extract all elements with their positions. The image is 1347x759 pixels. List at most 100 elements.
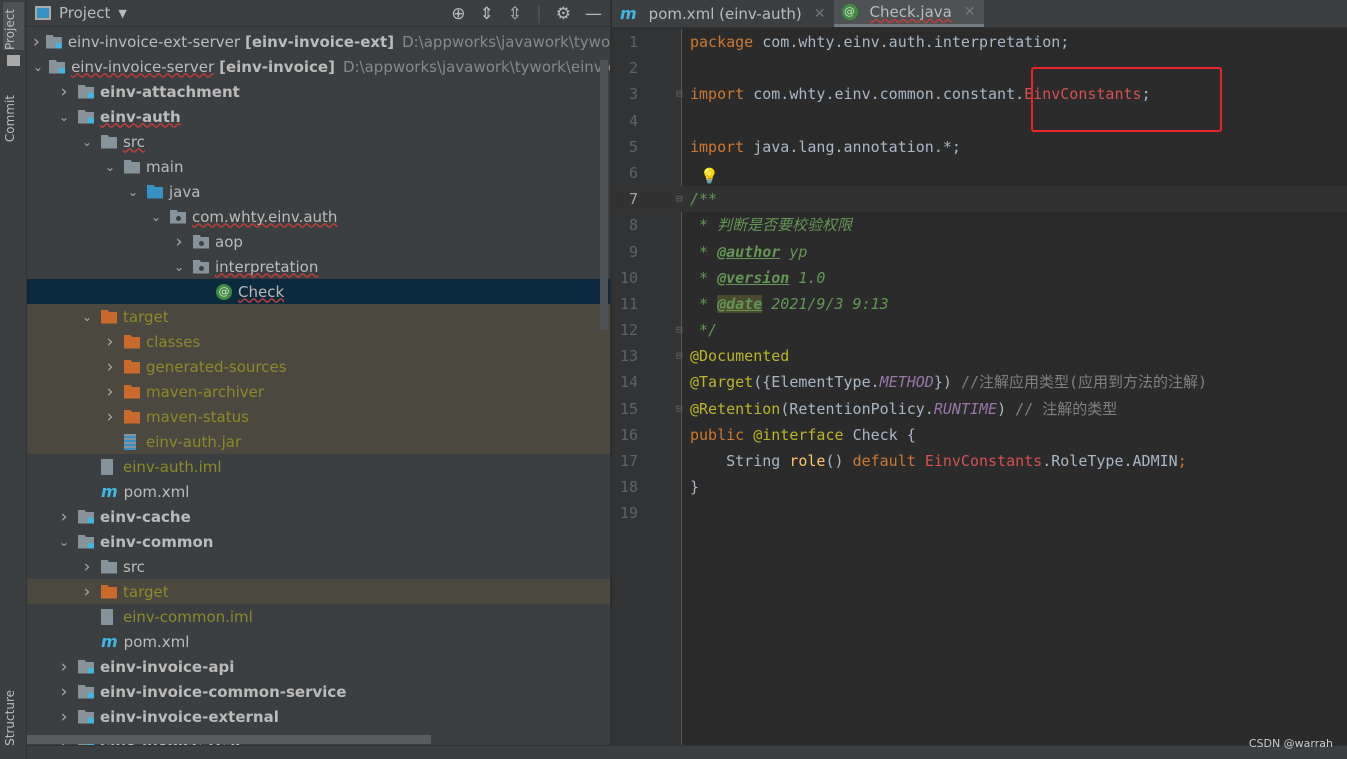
tree-item[interactable]: › target	[27, 579, 610, 604]
close-icon[interactable]: ✕	[964, 4, 976, 20]
jar-icon	[124, 433, 136, 450]
chevron-right-icon[interactable]: ›	[79, 557, 95, 577]
chevron-right-icon[interactable]: ›	[102, 332, 118, 352]
chevron-right-icon[interactable]: ›	[171, 232, 187, 252]
tree-item[interactable]: › einv-invoice-ext-server [einv-invoice-ex…	[27, 29, 610, 54]
code-token: .RoleType.ADMIN	[1042, 452, 1178, 470]
chevron-down-icon[interactable]: ⌄	[56, 535, 72, 549]
code-text: public @interface Check {	[690, 422, 916, 448]
tree-item[interactable]: ⌄ com.whty.einv.auth	[27, 204, 610, 229]
tree-item-label: einv-invoice-api	[100, 657, 235, 676]
chevron-right-icon[interactable]: ›	[56, 82, 72, 102]
code-editor[interactable]: 1 package com.whty.einv.auth.interpretati…	[612, 29, 1347, 527]
excluded-folder-icon	[124, 409, 140, 424]
tree-item[interactable]: m pom.xml	[27, 629, 610, 654]
chevron-right-icon[interactable]: ›	[56, 507, 72, 527]
close-icon[interactable]: ✕	[814, 6, 826, 22]
tree-item[interactable]: › maven-archiver	[27, 379, 610, 404]
chevron-down-icon[interactable]: ⌄	[33, 60, 43, 74]
chevron-right-icon[interactable]: ›	[79, 582, 95, 602]
chevron-right-icon[interactable]: ›	[33, 32, 40, 52]
expand-all-icon[interactable]: ⇕	[480, 4, 494, 24]
tree-item[interactable]: m pom.xml	[27, 479, 610, 504]
tree-item[interactable]: › generated-sources	[27, 354, 610, 379]
fold-icon[interactable]: ⊟	[676, 396, 683, 422]
chevron-right-icon[interactable]: ›	[102, 407, 118, 427]
chevron-down-icon[interactable]: ⌄	[125, 185, 141, 199]
fold-icon[interactable]: ⊟	[676, 317, 683, 343]
tree-item[interactable]: einv-auth.jar	[27, 429, 610, 454]
tree-item-label: einv-invoice-external	[100, 707, 279, 726]
code-token: public	[690, 425, 754, 444]
fold-icon[interactable]: ⊟	[676, 81, 683, 107]
code-line: 1 package com.whty.einv.auth.interpretati…	[612, 29, 1347, 55]
tree-item[interactable]: › maven-status	[27, 404, 610, 429]
chevron-right-icon[interactable]: ›	[102, 382, 118, 402]
code-line: 5 import java.lang.annotation.*;	[612, 134, 1347, 160]
maven-icon: m	[101, 632, 118, 651]
gear-icon[interactable]: ⚙	[556, 4, 571, 24]
tree-item[interactable]: › classes	[27, 329, 610, 354]
code-line: 11 * @date 2021/9/3 9:13	[612, 291, 1347, 317]
code-token: /**	[690, 190, 718, 209]
code-token: *	[690, 294, 718, 313]
code-token: @date	[717, 294, 763, 313]
tree-item[interactable]: ⌄ main	[27, 154, 610, 179]
code-token: package	[690, 33, 763, 51]
project-view-selector[interactable]: Project	[59, 4, 110, 22]
tree-item[interactable]: @ Check	[27, 279, 610, 304]
annotation-icon: @	[216, 283, 232, 300]
commit-tool-tab[interactable]: Commit	[3, 95, 17, 142]
tree-item[interactable]: › src	[27, 554, 610, 579]
tree-item[interactable]: ⌄ target	[27, 304, 610, 329]
chevron-right-icon[interactable]: ›	[56, 707, 72, 727]
tree-item[interactable]: ⌄ einv-invoice-server [einv-invoice] D:\app…	[27, 54, 610, 79]
locate-icon[interactable]: ⊕	[451, 4, 465, 24]
code-token: */	[690, 321, 718, 340]
tree-vertical-scrollbar[interactable]	[600, 60, 608, 330]
minimize-icon[interactable]: —	[585, 4, 602, 24]
chevron-right-icon[interactable]: ›	[102, 357, 118, 377]
tree-item[interactable]: ⌄ einv-auth	[27, 104, 610, 129]
code-line: 7 ⊟ /**	[612, 186, 1347, 213]
module-folder-icon	[78, 109, 94, 124]
chevron-down-icon[interactable]: ⌄	[79, 135, 95, 149]
fold-icon[interactable]: ⊟	[676, 343, 683, 369]
tree-item[interactable]: › einv-cache	[27, 504, 610, 529]
chevron-down-icon[interactable]: ▼	[118, 7, 126, 20]
chevron-down-icon[interactable]: ⌄	[56, 110, 72, 124]
tree-item[interactable]: › aop	[27, 229, 610, 254]
chevron-down-icon[interactable]: ⌄	[102, 160, 118, 174]
editor-tab[interactable]: m pom.xml (einv-auth) ✕	[612, 0, 834, 27]
tree-item[interactable]: › einv-invoice-api	[27, 654, 610, 679]
chevron-down-icon[interactable]: ⌄	[171, 260, 187, 274]
tree-item[interactable]: ⌄ java	[27, 179, 610, 204]
module-folder-icon	[78, 534, 94, 549]
tree-item-label: target	[123, 582, 169, 601]
tree-horizontal-scrollbar[interactable]	[27, 735, 431, 744]
tree-item[interactable]: einv-auth.iml	[27, 454, 610, 479]
tree-item[interactable]: › einv-attachment	[27, 79, 610, 104]
code-line: 2	[612, 55, 1347, 81]
editor-tab[interactable]: @ Check.java ✕	[833, 0, 984, 27]
tree-item[interactable]: › einv-invoice-external	[27, 704, 610, 729]
structure-tool-tab[interactable]: Structure	[3, 690, 17, 746]
fold-icon[interactable]: ⊟	[676, 186, 683, 212]
lightbulb-icon[interactable]: 💡	[700, 167, 719, 185]
tree-item[interactable]: ⌄ interpretation	[27, 254, 610, 279]
project-tool-tab[interactable]: Project	[3, 2, 24, 50]
tree-item[interactable]: ⌄ einv-common	[27, 529, 610, 554]
chevron-down-icon[interactable]: ⌄	[148, 210, 164, 224]
chevron-right-icon[interactable]: ›	[56, 657, 72, 677]
tree-item[interactable]: einv-common.iml	[27, 604, 610, 629]
module-folder-icon	[78, 509, 94, 524]
tree-item-label: einv-invoice-ext-server	[67, 32, 241, 51]
tree-item[interactable]: ⌄ src	[27, 129, 610, 154]
code-text: import java.lang.annotation.*;	[690, 134, 961, 160]
chevron-down-icon[interactable]: ⌄	[79, 310, 95, 324]
editor-tabs: m pom.xml (einv-auth) ✕ @ Check.java ✕	[612, 0, 1347, 28]
collapse-all-icon[interactable]: ⇳	[508, 4, 522, 24]
line-number: 17	[619, 452, 638, 470]
tree-item[interactable]: › einv-invoice-common-service	[27, 679, 610, 704]
chevron-right-icon[interactable]: ›	[56, 682, 72, 702]
